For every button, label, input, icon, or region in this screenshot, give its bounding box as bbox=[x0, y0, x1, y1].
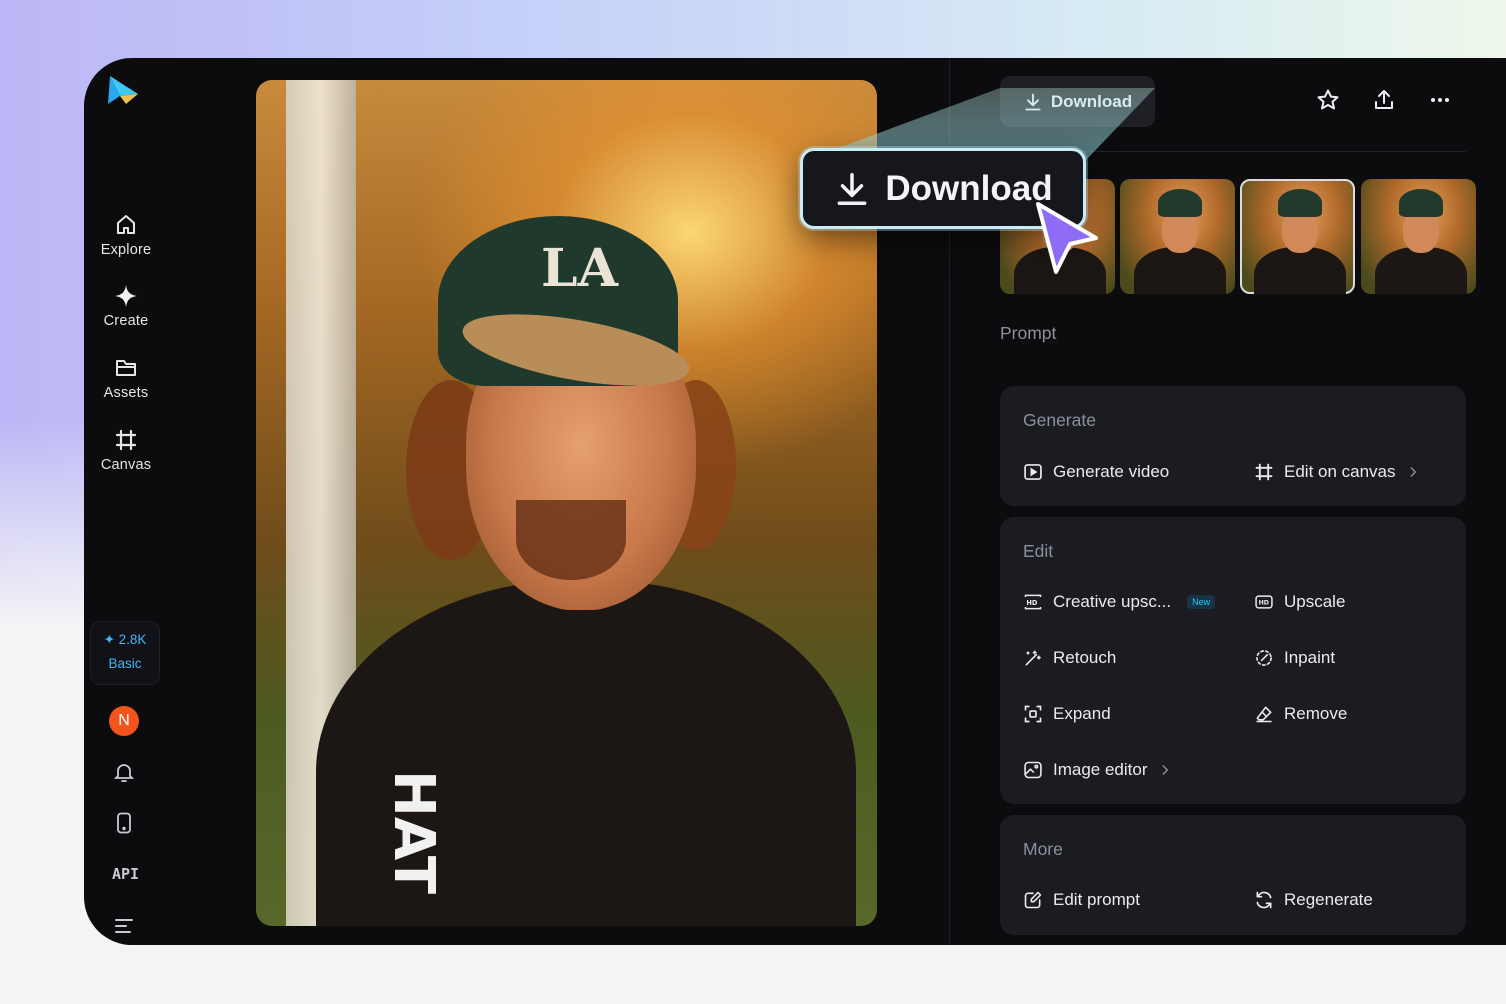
sparkle-icon bbox=[115, 285, 137, 307]
thumbnail[interactable] bbox=[1361, 179, 1476, 294]
play-icon bbox=[1024, 464, 1042, 480]
svg-text:HD: HD bbox=[1026, 599, 1038, 607]
credits-widget[interactable]: ✦ 2.8K Basic bbox=[90, 621, 160, 685]
edit-on-canvas-label: Edit on canvas bbox=[1284, 462, 1396, 481]
thumb-shirt bbox=[1134, 247, 1226, 294]
inpaint-icon bbox=[1256, 650, 1272, 666]
regenerate-icon bbox=[1256, 891, 1272, 909]
sleeve-print: HAT bbox=[381, 770, 446, 895]
edit-prompt-label: Edit prompt bbox=[1053, 890, 1140, 909]
sidebar: Explore Create Assets Canvas ✦ 2.8K Basi… bbox=[84, 58, 168, 945]
remove-label: Remove bbox=[1284, 704, 1348, 723]
retouch-button[interactable]: Retouch bbox=[1023, 648, 1116, 668]
download-button[interactable]: Download bbox=[1000, 76, 1155, 127]
credits-amount-value: 2.8K bbox=[118, 632, 147, 647]
download-icon bbox=[1025, 93, 1041, 110]
regenerate-button[interactable]: Regenerate bbox=[1254, 890, 1373, 910]
sidebar-item-explore[interactable]: Explore bbox=[84, 213, 168, 259]
retouch-label: Retouch bbox=[1053, 648, 1117, 667]
eraser-icon bbox=[1256, 706, 1272, 723]
thumb-shirt bbox=[1375, 247, 1467, 294]
photo-beard bbox=[516, 500, 626, 580]
canvas-icon bbox=[1255, 463, 1273, 481]
inpaint-button[interactable]: Inpaint bbox=[1254, 648, 1335, 668]
generate-video-label: Generate video bbox=[1053, 462, 1170, 481]
sidebar-item-label: Canvas bbox=[100, 457, 152, 473]
share-icon[interactable] bbox=[1372, 88, 1396, 112]
plan-label: Basic bbox=[108, 656, 142, 671]
thumb-cap bbox=[1399, 189, 1443, 217]
sidebar-item-canvas[interactable]: Canvas bbox=[84, 428, 168, 474]
prompt-label: Prompt bbox=[1000, 323, 1057, 343]
cap-logo: LA bbox=[541, 238, 618, 299]
sidebar-item-label: Assets bbox=[103, 385, 149, 401]
api-link[interactable]: API bbox=[112, 865, 139, 883]
canvas-icon bbox=[115, 429, 137, 451]
chevron-right-icon bbox=[1410, 467, 1416, 477]
more-card: More Edit prompt Regenerate bbox=[1000, 815, 1466, 935]
cursor-icon bbox=[1036, 202, 1098, 274]
sidebar-item-create[interactable]: Create bbox=[84, 284, 168, 330]
upscale-button[interactable]: HD Upscale bbox=[1254, 592, 1345, 612]
main-image[interactable]: LA HAT bbox=[256, 80, 877, 926]
thumbnail-selected[interactable] bbox=[1240, 179, 1355, 294]
upscale-label: Upscale bbox=[1284, 592, 1346, 611]
image-edit-icon bbox=[1024, 761, 1042, 779]
bell-icon[interactable] bbox=[112, 760, 136, 784]
sidebar-item-label: Explore bbox=[100, 242, 152, 258]
thumbnail[interactable] bbox=[1120, 179, 1235, 294]
hd-icon: HD bbox=[1255, 595, 1273, 609]
expand-button[interactable]: Expand bbox=[1023, 704, 1111, 724]
app-logo[interactable] bbox=[106, 74, 140, 108]
download-label: Download bbox=[1050, 91, 1133, 111]
credits-amount: ✦ 2.8K bbox=[103, 632, 147, 647]
thumb-cap bbox=[1278, 189, 1322, 217]
chevron-right-icon bbox=[1162, 765, 1168, 775]
regenerate-label: Regenerate bbox=[1284, 890, 1373, 909]
remove-button[interactable]: Remove bbox=[1254, 704, 1347, 724]
edit-prompt-button[interactable]: Edit prompt bbox=[1023, 890, 1140, 910]
creative-upscale-label: Creative upsc... bbox=[1053, 592, 1172, 611]
sidebar-item-label: Create bbox=[103, 313, 149, 329]
expand-label: Expand bbox=[1053, 704, 1111, 723]
thumb-cap bbox=[1158, 189, 1202, 217]
edit-on-canvas-button[interactable]: Edit on canvas bbox=[1254, 462, 1420, 482]
sidebar-item-assets[interactable]: Assets bbox=[84, 356, 168, 402]
thumb-shirt bbox=[1254, 247, 1346, 294]
app-window: Explore Create Assets Canvas ✦ 2.8K Basi… bbox=[84, 58, 1506, 945]
download-callout-label: Download bbox=[885, 168, 1053, 208]
image-editor-label: Image editor bbox=[1053, 760, 1148, 779]
image-editor-button[interactable]: Image editor bbox=[1023, 760, 1172, 780]
new-badge: New bbox=[1187, 595, 1216, 609]
folder-icon bbox=[116, 360, 136, 376]
generate-title: Generate bbox=[1023, 410, 1096, 430]
home-icon bbox=[117, 215, 135, 234]
menu-icon[interactable] bbox=[112, 914, 136, 938]
creative-upscale-button[interactable]: HD Creative upsc... New bbox=[1023, 592, 1216, 612]
more-icon[interactable] bbox=[1428, 88, 1452, 112]
edit-title: Edit bbox=[1023, 541, 1054, 561]
star-icon[interactable] bbox=[1316, 88, 1340, 112]
inpaint-label: Inpaint bbox=[1284, 648, 1336, 667]
expand-icon bbox=[1024, 705, 1042, 723]
download-icon bbox=[837, 172, 867, 205]
avatar[interactable]: N bbox=[109, 706, 139, 736]
svg-text:HD: HD bbox=[1259, 600, 1269, 607]
hd-sparkle-icon: HD bbox=[1024, 594, 1042, 610]
more-title: More bbox=[1023, 839, 1063, 859]
mobile-icon[interactable] bbox=[112, 811, 136, 835]
magic-wand-icon bbox=[1025, 650, 1041, 666]
generate-video-button[interactable]: Generate video bbox=[1023, 462, 1169, 482]
edit-prompt-icon bbox=[1024, 891, 1042, 909]
generate-card: Generate Generate video Edit on canvas bbox=[1000, 386, 1466, 506]
edit-card: Edit HD Creative upsc... New HD Upscale … bbox=[1000, 517, 1466, 804]
